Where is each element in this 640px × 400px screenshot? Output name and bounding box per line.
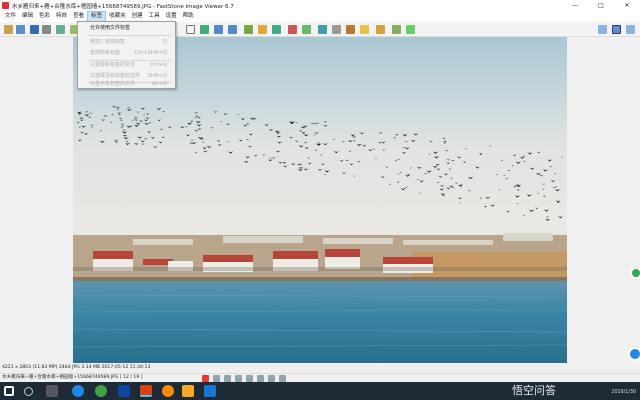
menu-color[interactable]: 色彩	[36, 11, 53, 22]
crop-icon[interactable]	[258, 25, 267, 34]
minimize-button[interactable]: —	[562, 0, 588, 11]
image-info-status: 4221 x 2803 (11.83 MP) 24bit JPG 3.14 MB…	[0, 363, 640, 373]
keyboard-icon[interactable]	[246, 375, 253, 382]
dropdown-item-show-tagged[interactable]: 只显示有标签的文件 Alt+Q	[78, 79, 175, 90]
menu-edit[interactable]: 编辑	[19, 11, 36, 22]
layout-1-icon[interactable]	[598, 25, 607, 34]
clipboard-icon[interactable]	[360, 25, 369, 34]
dropdown-separator	[88, 35, 172, 36]
print-icon[interactable]	[42, 25, 51, 34]
fullscreen-icon[interactable]	[406, 25, 415, 34]
menu-file[interactable]: 文件	[2, 11, 19, 22]
rotate-right-icon[interactable]	[228, 25, 237, 34]
start-icon[interactable]	[4, 386, 14, 396]
faststone-taskbar-icon[interactable]	[140, 385, 152, 397]
save-icon[interactable]	[30, 25, 39, 34]
color-icon[interactable]	[272, 25, 281, 34]
pan-icon[interactable]	[186, 25, 195, 34]
cortana-icon[interactable]	[24, 387, 33, 396]
ime-skin-icon[interactable]	[257, 375, 264, 382]
title-bar: 水乡雁归来+雁+合隆水库+楂园墙+15668749589.JPG - FastS…	[0, 0, 640, 11]
open-folder-icon[interactable]	[4, 25, 13, 34]
taskbar-date: 2019/1/30	[611, 390, 636, 395]
sogou-icon[interactable]	[202, 375, 209, 382]
ie-browser-icon[interactable]	[72, 385, 84, 397]
taskbar: 悟空问答 2019/1/30	[0, 382, 640, 400]
watermark-text: 悟空问答	[512, 384, 556, 397]
rotate-left-icon[interactable]	[214, 25, 223, 34]
window-controls: — □ ✕	[562, 0, 640, 11]
draw-icon[interactable]	[346, 25, 355, 34]
zoom-icon[interactable]	[200, 25, 209, 34]
slideshow-icon[interactable]	[56, 25, 65, 34]
firefox-icon[interactable]	[162, 385, 174, 397]
layout-2-icon[interactable]	[612, 25, 621, 34]
menu-help[interactable]: 帮助	[180, 11, 197, 22]
app-icon	[2, 2, 9, 9]
microphone-icon[interactable]	[235, 375, 242, 382]
float-blue-icon[interactable]	[628, 347, 640, 361]
maximize-button[interactable]: □	[588, 0, 614, 11]
window-title: 水乡雁归来+雁+合隆水库+楂园墙+15668749589.JPG - FastS…	[12, 3, 234, 10]
ime-menu-icon[interactable]	[279, 375, 286, 382]
ime-toolbox-icon[interactable]	[268, 375, 275, 382]
close-button[interactable]: ✕	[614, 0, 640, 11]
ime-punct-icon[interactable]	[224, 375, 231, 382]
task-view-icon[interactable]	[46, 385, 58, 397]
file-explorer-icon[interactable]	[182, 385, 194, 397]
photoshop-icon[interactable]	[118, 385, 130, 397]
dropdown-item-remove-all-tags[interactable]: 去掉所有标签 Ctrl+Shift+Q	[78, 48, 175, 59]
resize-icon[interactable]	[244, 25, 253, 34]
layout-3-icon[interactable]	[626, 25, 635, 34]
browser-icon[interactable]	[95, 385, 107, 397]
file-status-bar: 水乡雁归来+雁+合隆水库+楂园墙+15668749589.JPG [ 12 / …	[0, 373, 640, 382]
ime-mode-icon[interactable]	[213, 375, 220, 382]
float-green-icon[interactable]	[630, 267, 640, 279]
dropdown-item-enable-tags[interactable]: 允许使用文件标签	[78, 23, 175, 34]
effects-icon[interactable]	[302, 25, 311, 34]
menu-effects[interactable]: 特效	[53, 11, 70, 22]
file-name-status: 水乡雁归来+雁+合隆水库+楂园墙+15668749589.JPG [ 12 / …	[2, 375, 143, 380]
properties-icon[interactable]	[332, 25, 341, 34]
dropdown-item-toggle-tag[interactable]: 增加 / 去掉标签 Q	[78, 37, 175, 48]
open-file-icon[interactable]	[16, 25, 25, 34]
dropdown-item-select-tagged[interactable]: 只选择有标签的文件 Ctrl+Q	[78, 60, 175, 71]
tags-dropdown-menu: 允许使用文件标签 增加 / 去掉标签 Q 去掉所有标签 Ctrl+Shift+Q 只…	[77, 21, 176, 89]
batch-icon[interactable]	[376, 25, 385, 34]
compare-icon[interactable]	[318, 25, 327, 34]
red-eye-icon[interactable]	[288, 25, 297, 34]
app-icon-blue[interactable]	[204, 385, 216, 397]
web-icon[interactable]	[392, 25, 401, 34]
